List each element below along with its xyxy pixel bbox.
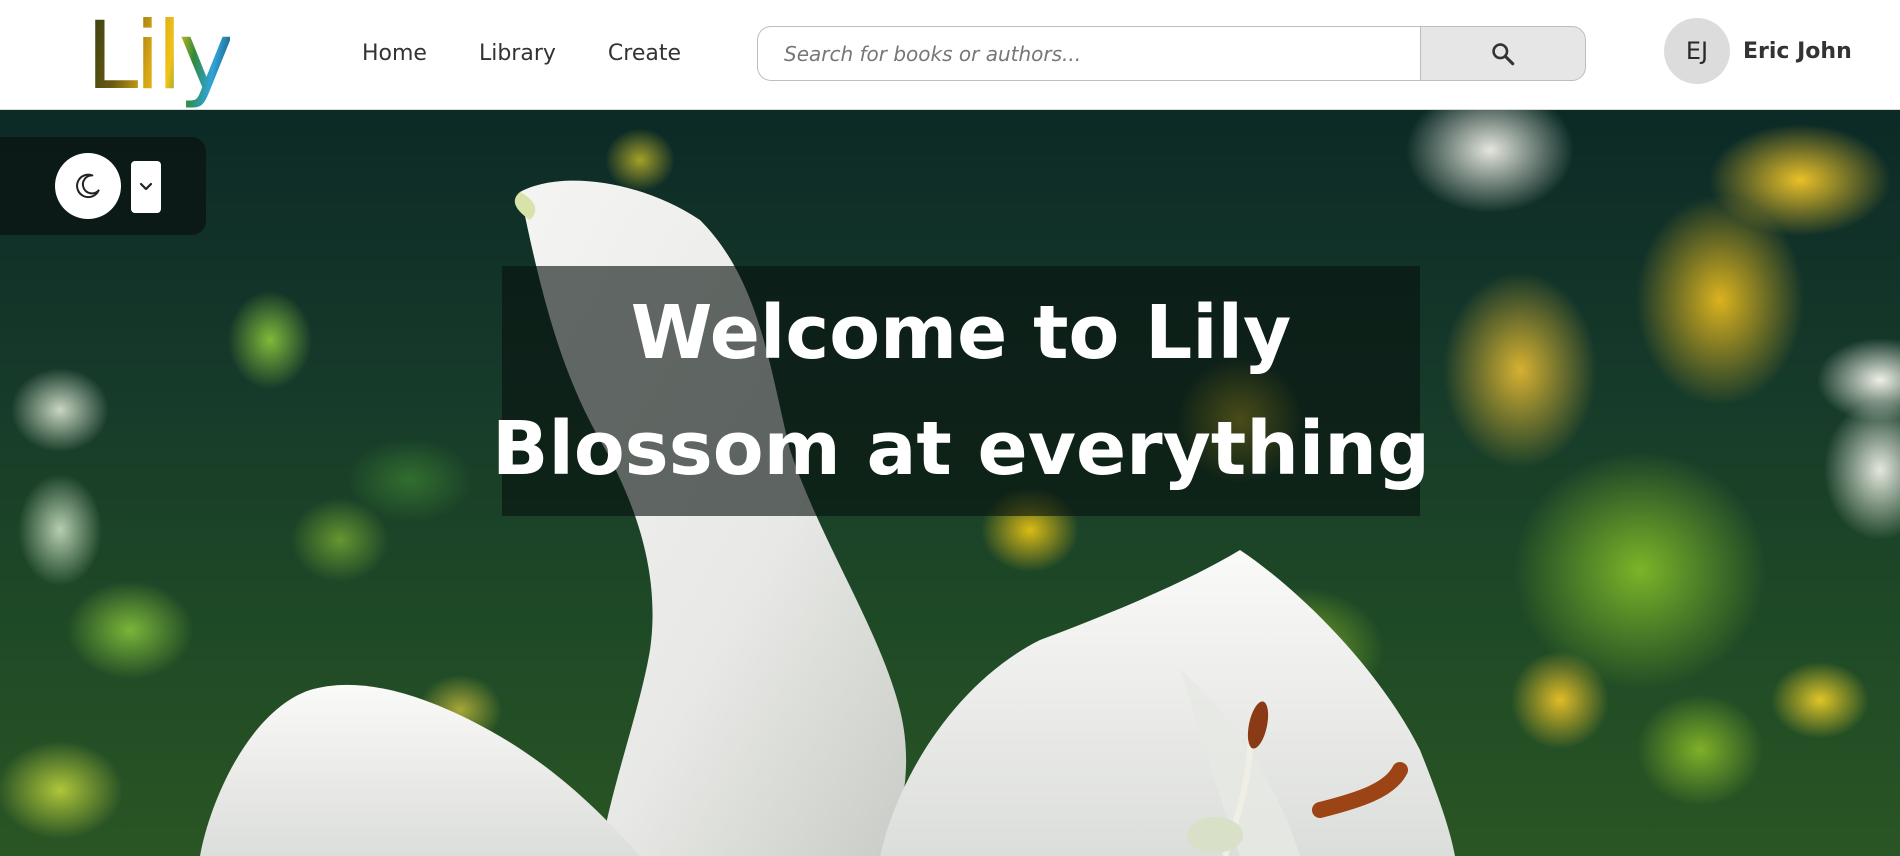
hero-banner: Welcome to Lily Blossom at everything bbox=[0, 110, 1900, 856]
theme-toggle-button[interactable] bbox=[55, 153, 121, 219]
theme-dropdown-button[interactable] bbox=[131, 161, 161, 213]
top-header: Lily Home Library Create EJ Eric John bbox=[0, 0, 1900, 112]
user-menu[interactable]: EJ Eric John bbox=[1664, 18, 1852, 84]
avatar[interactable]: EJ bbox=[1664, 18, 1730, 84]
welcome-banner: Welcome to Lily Blossom at everything bbox=[492, 266, 1430, 516]
search-icon bbox=[1492, 42, 1515, 65]
lily-logo[interactable]: Lily bbox=[86, 2, 234, 112]
nav-library-link[interactable]: Library bbox=[479, 34, 556, 74]
moon-icon bbox=[76, 173, 100, 199]
welcome-subtitle: Blossom at everything bbox=[492, 406, 1430, 492]
nav-create-link[interactable]: Create bbox=[608, 34, 681, 74]
search-bar bbox=[757, 26, 1586, 81]
search-button[interactable] bbox=[1420, 26, 1586, 81]
welcome-title: Welcome to Lily bbox=[630, 290, 1292, 376]
search-input[interactable] bbox=[757, 26, 1420, 81]
chevron-down-icon bbox=[139, 182, 153, 191]
user-name[interactable]: Eric John bbox=[1743, 39, 1852, 64]
main-nav: Home Library Create bbox=[362, 34, 681, 74]
theme-switcher bbox=[0, 137, 206, 235]
nav-home-link[interactable]: Home bbox=[362, 34, 427, 74]
